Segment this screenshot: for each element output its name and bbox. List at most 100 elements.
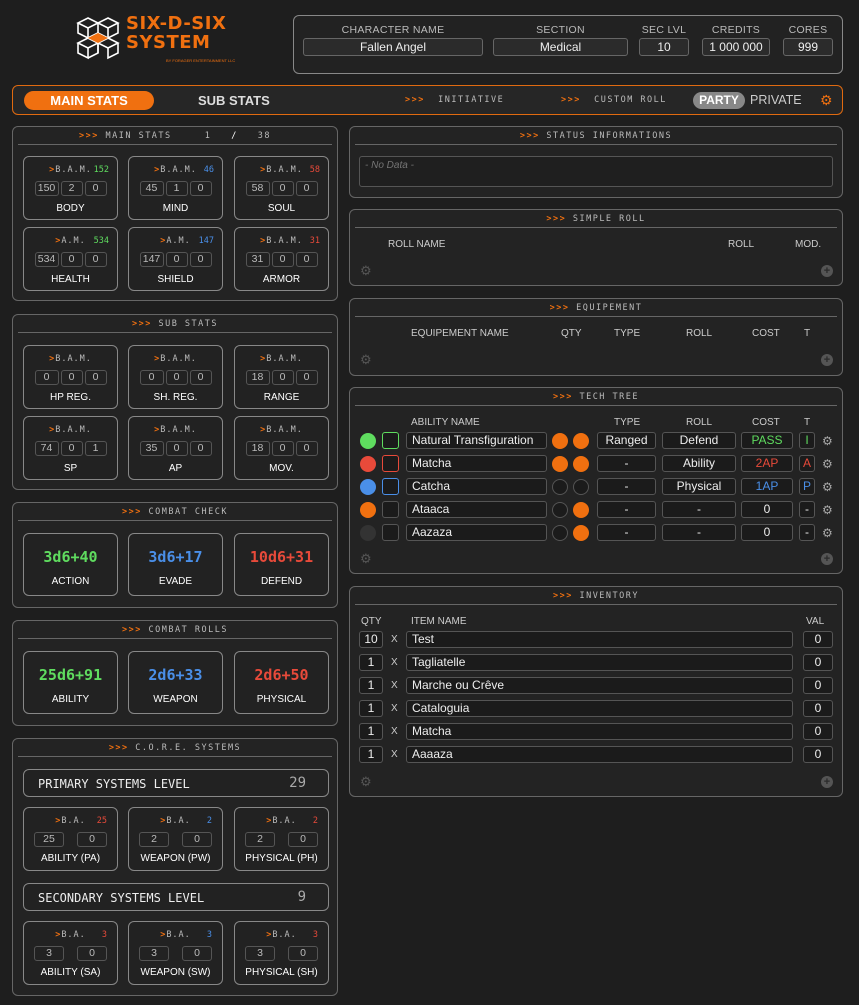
gear-icon[interactable]: ⚙ (360, 552, 372, 565)
stat-value-input[interactable]: 1 (84, 441, 107, 456)
stat-value-input[interactable]: 0 (84, 181, 107, 196)
stat-value-input[interactable]: 45 (139, 181, 164, 196)
roll-card[interactable]: 10d6+31 DEFEND (234, 533, 329, 596)
core-system-card[interactable]: >B.A. 25 25 0 ABILITY (PA) (23, 807, 118, 871)
ability-color-dot[interactable] (360, 433, 376, 449)
ability-roll-select[interactable]: Ability (662, 455, 736, 472)
item-name-input[interactable]: Marche ou Crêve (406, 677, 793, 694)
ability-icon-slot[interactable] (382, 432, 399, 449)
item-val-input[interactable]: 0 (803, 631, 833, 648)
stat-card[interactable]: >A.M. 147 147 0 0 SHIELD (128, 227, 223, 291)
ability-toggle-dot[interactable] (573, 433, 589, 449)
stat-card[interactable]: >B.A.M. 0 0 0 HP REG. (23, 345, 118, 409)
core-value-input[interactable]: 3 (34, 946, 64, 961)
core-value-input[interactable]: 2 (245, 832, 275, 847)
ability-t-input[interactable]: I (799, 432, 815, 449)
item-val-input[interactable]: 0 (803, 746, 833, 763)
ability-cost-input[interactable]: 0 (741, 524, 793, 541)
item-qty-input[interactable]: 1 (359, 677, 383, 694)
ability-color-dot[interactable] (360, 456, 376, 472)
stat-value-input[interactable]: 0 (165, 441, 188, 456)
ability-toggle-dot[interactable] (552, 525, 568, 541)
stat-value-input[interactable]: 74 (34, 441, 59, 456)
roll-card[interactable]: 2d6+33 WEAPON (128, 651, 223, 714)
ability-type-select[interactable]: - (597, 478, 656, 495)
stat-value-input[interactable]: 0 (295, 441, 318, 456)
party-toggle[interactable]: PARTY (693, 92, 745, 109)
ability-name-input[interactable]: Aazaza (406, 524, 547, 541)
stat-value-input[interactable]: 2 (60, 181, 83, 196)
item-val-input[interactable]: 0 (803, 654, 833, 671)
stat-value-input[interactable]: 58 (245, 181, 270, 196)
stat-value-input[interactable]: 31 (245, 252, 270, 267)
item-qty-input[interactable]: 1 (359, 654, 383, 671)
core-bonus-input[interactable]: 0 (182, 832, 212, 847)
stat-value-input[interactable]: 0 (271, 441, 294, 456)
core-value-input[interactable]: 3 (139, 946, 169, 961)
item-name-input[interactable]: Tagliatelle (406, 654, 793, 671)
ability-roll-select[interactable]: Physical (662, 478, 736, 495)
core-system-card[interactable]: >B.A. 3 3 0 PHYSICAL (SH) (234, 921, 329, 985)
core-bonus-input[interactable]: 0 (77, 946, 107, 961)
initiative-link[interactable]: >>> INITIATIVE (405, 95, 504, 105)
ability-t-input[interactable]: - (799, 524, 815, 541)
ability-cost-input[interactable]: PASS (741, 432, 793, 449)
ability-toggle-dot[interactable] (573, 479, 589, 495)
gear-icon[interactable]: ⚙ (360, 353, 372, 366)
stat-value-input[interactable]: 0 (84, 252, 107, 267)
ability-icon-slot[interactable] (382, 455, 399, 472)
add-ability-plus-icon[interactable]: + (821, 553, 833, 565)
core-value-input[interactable]: 25 (34, 832, 64, 847)
stat-value-input[interactable]: 0 (189, 252, 212, 267)
ability-toggle-dot[interactable] (552, 479, 568, 495)
core-system-card[interactable]: >B.A. 2 2 0 PHYSICAL (PH) (234, 807, 329, 871)
credits-input[interactable]: 1 000 000 (702, 38, 770, 56)
add-roll-plus-icon[interactable]: + (821, 265, 833, 277)
ability-toggle-dot[interactable] (573, 502, 589, 518)
sec-lvl-input[interactable]: 10 (639, 38, 689, 56)
add-equipement-plus-icon[interactable]: + (821, 354, 833, 366)
stat-card[interactable]: >B.A.M. 46 45 1 0 MIND (128, 156, 223, 220)
stat-value-input[interactable]: 0 (295, 252, 318, 267)
roll-card[interactable]: 3d6+40 ACTION (23, 533, 118, 596)
ability-type-select[interactable]: - (597, 501, 656, 518)
ability-toggle-dot[interactable] (552, 502, 568, 518)
ability-type-select[interactable]: Ranged (597, 432, 656, 449)
stat-value-input[interactable]: 0 (271, 370, 294, 385)
core-system-card[interactable]: >B.A. 3 3 0 WEAPON (SW) (128, 921, 223, 985)
ability-name-input[interactable]: Ataaca (406, 501, 547, 518)
roll-card[interactable]: 3d6+17 EVADE (128, 533, 223, 596)
gear-icon[interactable]: ⚙ (360, 264, 372, 277)
private-toggle[interactable]: PRIVATE (750, 92, 802, 109)
ability-cost-input[interactable]: 0 (741, 501, 793, 518)
custom-roll-link[interactable]: >>> CUSTOM ROLL (561, 95, 667, 105)
stat-value-input[interactable]: 0 (189, 370, 212, 385)
ability-icon-slot[interactable] (382, 501, 399, 518)
item-val-input[interactable]: 0 (803, 723, 833, 740)
cores-input[interactable]: 999 (783, 38, 833, 56)
ability-type-select[interactable]: - (597, 524, 656, 541)
ability-settings-gear-icon[interactable]: ⚙ (822, 527, 833, 539)
ability-cost-input[interactable]: 2AP (741, 455, 793, 472)
stat-card[interactable]: >B.A.M. 0 0 0 SH. REG. (128, 345, 223, 409)
gear-icon[interactable]: ⚙ (360, 775, 372, 788)
ability-name-input[interactable]: Catcha (406, 478, 547, 495)
ability-settings-gear-icon[interactable]: ⚙ (822, 458, 833, 470)
stat-card[interactable]: >B.A.M. 18 0 0 MOV. (234, 416, 329, 480)
item-val-input[interactable]: 0 (803, 677, 833, 694)
stat-value-input[interactable]: 35 (139, 441, 164, 456)
stat-value-input[interactable]: 0 (189, 441, 212, 456)
core-bonus-input[interactable]: 0 (288, 946, 318, 961)
roll-card[interactable]: 25d6+91 ABILITY (23, 651, 118, 714)
ability-name-input[interactable]: Natural Transfiguration (406, 432, 547, 449)
ability-toggle-dot[interactable] (552, 433, 568, 449)
ability-icon-slot[interactable] (382, 478, 399, 495)
stat-value-input[interactable]: 18 (245, 441, 270, 456)
stat-value-input[interactable]: 150 (34, 181, 59, 196)
tab-main-stats[interactable]: MAIN STATS (24, 91, 154, 110)
stat-value-input[interactable]: 0 (34, 370, 59, 385)
stat-value-input[interactable]: 0 (139, 370, 164, 385)
core-bonus-input[interactable]: 0 (77, 832, 107, 847)
stat-value-input[interactable]: 0 (60, 252, 83, 267)
stat-value-input[interactable]: 534 (34, 252, 59, 267)
